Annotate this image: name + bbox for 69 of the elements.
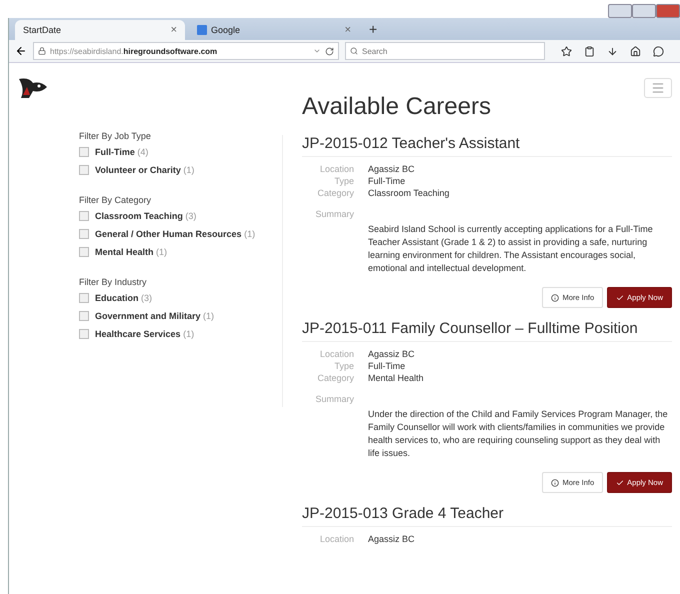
dropdown-icon[interactable] [313,47,321,55]
detail-value: Agassiz BC [368,163,415,175]
detail-value: Full-Time [368,360,406,372]
check-icon [616,478,624,486]
detail-label: Location [318,163,355,175]
detail-label: Type [333,360,355,372]
checkbox[interactable] [79,211,89,221]
detail-label: Location [318,348,355,360]
detail-label: Category [316,187,355,199]
checkbox[interactable] [79,165,89,175]
checkbox[interactable] [79,247,89,257]
detail-value: Agassiz BC [368,533,415,545]
download-icon[interactable] [607,46,618,56]
address-bar[interactable]: https://seabirdisland.hiregroundsoftware.com [33,42,339,60]
close-button[interactable] [656,4,680,18]
detail-value: Full-Time [368,175,406,187]
check-icon [616,294,624,302]
filter-heading: Filter By Job Type [79,131,152,141]
job-title: JP-2015-011 Family Counsellor – Fulltime Position [302,320,672,342]
home-icon[interactable] [630,46,641,56]
job-summary: Under the direction of the Child and Family Services Program Manager, the Family Counsellor will work with clients/families in communities we provide health services to, who are requiring counseling support as they deal with life issues. [368,408,668,460]
checkbox[interactable] [79,311,89,321]
checkbox[interactable] [79,293,89,303]
detail-label: Type [333,175,355,187]
filter-option[interactable]: Volunteer or Charity (1) [95,165,194,175]
filter-heading: Filter By Category [79,195,152,205]
close-tab-button[interactable]: × [170,24,177,36]
maximize-button[interactable] [632,4,656,18]
menu-icon [651,81,665,95]
tab-title: Google [211,25,242,35]
summary-label: Summary [314,209,354,219]
page-title: Available Careers [302,93,492,121]
browser-tab[interactable]: StartDate × [15,20,185,40]
lock-icon [38,47,46,55]
info-icon [551,478,560,486]
reload-icon[interactable] [325,46,334,56]
filter-heading: Filter By Industry [79,277,148,287]
checkbox[interactable] [79,147,89,157]
summary-label: Summary [314,394,354,404]
job-title: JP-2015-012 Teacher's Assistant [302,135,672,157]
detail-label: Location [318,533,355,545]
detail-value: Classroom Teaching [368,187,450,199]
filter-option[interactable]: Full-Time (4) [95,147,148,157]
filter-option[interactable]: General / Other Human Resources (1) [95,229,256,239]
checkbox[interactable] [79,329,89,339]
filter-option[interactable]: Classroom Teaching (3) [95,211,196,221]
filter-option[interactable]: Education (3) [95,293,152,303]
bookmark-star-icon[interactable] [561,46,572,56]
search-field[interactable]: Search [345,42,545,60]
job-title: JP-2015-013 Grade 4 Teacher [302,505,672,527]
info-icon [551,294,560,302]
menu-button[interactable] [644,78,672,98]
browser-tab[interactable]: Google × [189,20,359,40]
search-icon [350,47,358,55]
clipboard-icon[interactable] [584,46,595,56]
close-tab-button[interactable]: × [344,24,351,36]
checkbox[interactable] [79,229,89,239]
detail-value: Agassiz BC [368,348,415,360]
new-tab-button[interactable]: + [363,21,384,40]
minimize-button[interactable] [608,4,632,18]
tab-title: StartDate [23,25,62,35]
filter-option[interactable]: Healthcare Services (1) [95,329,194,339]
detail-label: Category [316,372,355,384]
back-icon[interactable] [15,45,27,57]
filter-option[interactable]: Mental Health (1) [95,247,168,257]
job-summary: Seabird Island School is currently accepting applications for a Full-Time Teacher Assistant (Grade 1 & 2) to assist in providing a safe, nurturing learning environment for children. The Assistant encourages social, emotional and intellectual development. [368,223,654,275]
filter-option[interactable]: Government and Military (1) [95,311,214,321]
chat-icon[interactable] [653,46,664,56]
detail-value: Mental Health [368,372,424,384]
